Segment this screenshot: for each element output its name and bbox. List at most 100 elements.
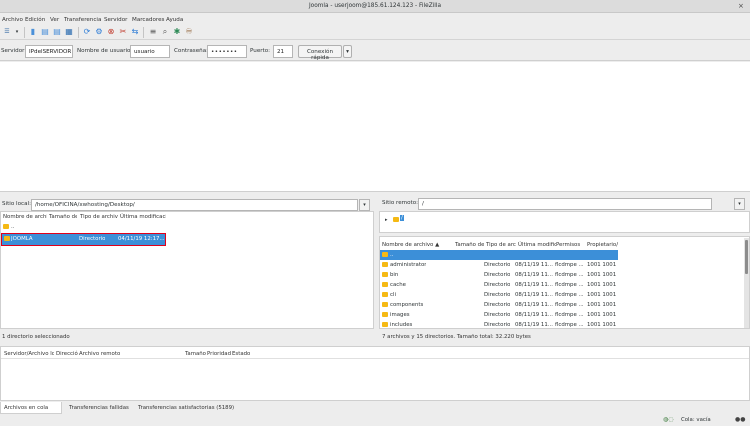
refresh-icon[interactable]: ⟳ — [82, 27, 92, 37]
port-input[interactable]: 21 — [273, 45, 293, 58]
remote-row-perms: flcdmpe ... — [555, 302, 584, 308]
search-icon[interactable]: ⌕ — [160, 27, 170, 37]
local-site-label: Sitio local: — [2, 201, 31, 207]
binoculars-icon[interactable]: ♾ — [184, 27, 194, 37]
menu-servidor[interactable]: Servidor — [104, 17, 127, 23]
quickconnect-bar: Servidor: IPdelSERVIDOR Nombre de usuari… — [0, 41, 750, 61]
local-parent-row[interactable]: .. — [1, 222, 373, 232]
remote-parent-row[interactable]: .. — [380, 250, 618, 260]
remote-row-owner: 1001 1001 — [587, 292, 617, 298]
menu-archivo[interactable]: Archivo — [2, 17, 23, 23]
remote-row-name: bin — [390, 272, 399, 278]
remote-col-name-label: Nombre de archivo — [382, 242, 434, 248]
quickconnect-dropdown-button[interactable]: ▾ — [343, 45, 352, 58]
scrollbar-thumb[interactable] — [745, 240, 748, 274]
transfer-queue[interactable]: Servidor/Archivo local Dirección Archivo… — [0, 346, 750, 401]
close-icon[interactable]: × — [738, 2, 744, 10]
menu-marcadores[interactable]: Marcadores — [132, 17, 164, 23]
remote-row-modified: 08/11/19 11... — [515, 262, 553, 268]
remote-row-name: images — [390, 312, 410, 318]
remote-row-perms: flcdmpe ... — [555, 282, 584, 288]
local-col-modified[interactable]: Última modificación — [120, 212, 166, 222]
remote-col-size[interactable]: Tamaño de — [455, 240, 484, 250]
folder-icon — [382, 312, 388, 317]
menu-ayuda[interactable]: Ayuda — [166, 17, 183, 23]
table-row[interactable]: JOOMLA Directorio 04/11/19 12:17... — [1, 233, 166, 246]
tree-expand-icon[interactable]: ▸ — [385, 217, 388, 223]
filter-icon[interactable]: ≡ — [148, 27, 158, 37]
local-col-type[interactable]: Tipo de archivo — [80, 212, 118, 222]
tab-queued-files[interactable]: Archivos en cola — [0, 402, 62, 414]
port-label: Puerto: — [250, 48, 271, 54]
remote-col-type[interactable]: Tipo de archivo — [486, 240, 516, 250]
username-input[interactable]: usuario — [130, 45, 170, 58]
local-col-name[interactable]: Nombre de archivo — [3, 212, 47, 222]
remote-col-perms[interactable]: Permisos — [556, 240, 584, 250]
toggle-local-tree-icon[interactable]: ▤ — [40, 27, 50, 37]
toggle-log-icon[interactable]: ▮ — [28, 27, 38, 37]
remote-row-owner: 1001 1001 — [587, 272, 617, 278]
toggle-remote-tree-icon[interactable]: ▤ — [52, 27, 62, 37]
remote-row-perms: flcdmpe ... — [555, 312, 584, 318]
remote-row-name: includes — [390, 322, 413, 328]
folder-icon — [382, 262, 388, 267]
tab-failed-transfers[interactable]: Transferencias fallidas — [66, 402, 132, 414]
local-row-type: Directorio — [79, 236, 106, 242]
local-status: 1 directorio seleccionado — [2, 334, 70, 340]
quickconnect-button[interactable]: Conexión rápida — [298, 45, 342, 61]
connection-status-icon: ◍◌ — [663, 416, 674, 423]
table-row[interactable]: components Directorio 08/11/19 11... flc… — [380, 300, 620, 310]
menu-ver[interactable]: Ver — [50, 17, 59, 23]
table-row[interactable]: images Directorio 08/11/19 11... flcdmpe… — [380, 310, 620, 320]
table-row[interactable]: cache Directorio 08/11/19 11... flcdmpe … — [380, 280, 620, 290]
remote-col-name[interactable]: Nombre de archivo ▲ — [382, 240, 452, 250]
remote-path-input[interactable]: / — [418, 198, 712, 210]
server-input[interactable]: IPdelSERVIDOR — [25, 45, 73, 58]
local-path-dropdown-icon[interactable]: ▾ — [359, 199, 370, 211]
tree-root-item[interactable]: / — [400, 215, 404, 221]
table-row[interactable]: bin Directorio 08/11/19 11... flcdmpe ..… — [380, 270, 620, 280]
remote-col-modified[interactable]: Última modificación — [518, 240, 556, 250]
table-row[interactable]: includes Directorio 08/11/19 11... flcdm… — [380, 320, 620, 330]
remote-row-perms: flcdmpe ... — [555, 292, 584, 298]
remote-col-owner[interactable]: Propietario/ — [587, 240, 619, 250]
tab-successful-transfers[interactable]: Transferencias satisfactorias (5189) — [135, 402, 235, 414]
reconnect-icon[interactable]: ⇆ — [130, 27, 140, 37]
site-manager-dropdown-icon[interactable]: ▾ — [12, 27, 22, 37]
menu-transferencia[interactable]: Transferencia — [64, 17, 101, 23]
folder-icon — [4, 236, 10, 241]
toggle-queue-icon[interactable]: ▦ — [64, 27, 74, 37]
remote-row-perms: flcdmpe ... — [555, 262, 584, 268]
message-log[interactable] — [0, 62, 750, 192]
cancel-icon[interactable]: ⊗ — [106, 27, 116, 37]
disconnect-icon[interactable]: ✂ — [118, 27, 128, 37]
remote-path-dropdown-icon[interactable]: ▾ — [734, 198, 745, 210]
remote-row-modified: 08/11/19 11... — [515, 312, 553, 318]
process-queue-icon[interactable]: ⚙ — [94, 27, 104, 37]
folder-icon — [382, 252, 388, 257]
remote-row-perms: flcdmpe ... — [555, 322, 584, 328]
local-col-size[interactable]: Tamaño de — [49, 212, 77, 222]
remote-path-bar: Sitio remoto: / ▾ — [379, 196, 750, 212]
remote-tree: ▸ / — [379, 211, 750, 233]
local-parent-name: .. — [11, 224, 15, 230]
remote-row-type: Directorio — [484, 292, 511, 298]
menu-edicion[interactable]: Edición — [25, 17, 45, 23]
remote-row-perms: flcdmpe ... — [555, 272, 584, 278]
remote-row-type: Directorio — [484, 282, 511, 288]
transfer-indicator-icon: ●● — [735, 416, 746, 423]
local-file-list: Nombre de archivo Tamaño de Tipo de arch… — [0, 211, 374, 329]
table-row[interactable]: administrator Directorio 08/11/19 11... … — [380, 260, 620, 270]
remote-row-owner: 1001 1001 — [587, 302, 617, 308]
folder-icon — [382, 292, 388, 297]
table-row[interactable]: cli Directorio 08/11/19 11... flcdmpe ..… — [380, 290, 620, 300]
local-path-input[interactable]: /home/OFICINA/xwhosting/Desktop/ — [31, 199, 358, 211]
sync-browse-icon[interactable]: ✱ — [172, 27, 182, 37]
site-manager-icon[interactable]: ☰ — [2, 27, 12, 37]
folder-icon — [382, 282, 388, 287]
remote-scrollbar[interactable] — [744, 238, 749, 328]
password-input[interactable]: ••••••• — [207, 45, 247, 58]
remote-row-name: cache — [390, 282, 406, 288]
remote-site-label: Sitio remoto: — [382, 200, 419, 206]
folder-icon — [382, 272, 388, 277]
